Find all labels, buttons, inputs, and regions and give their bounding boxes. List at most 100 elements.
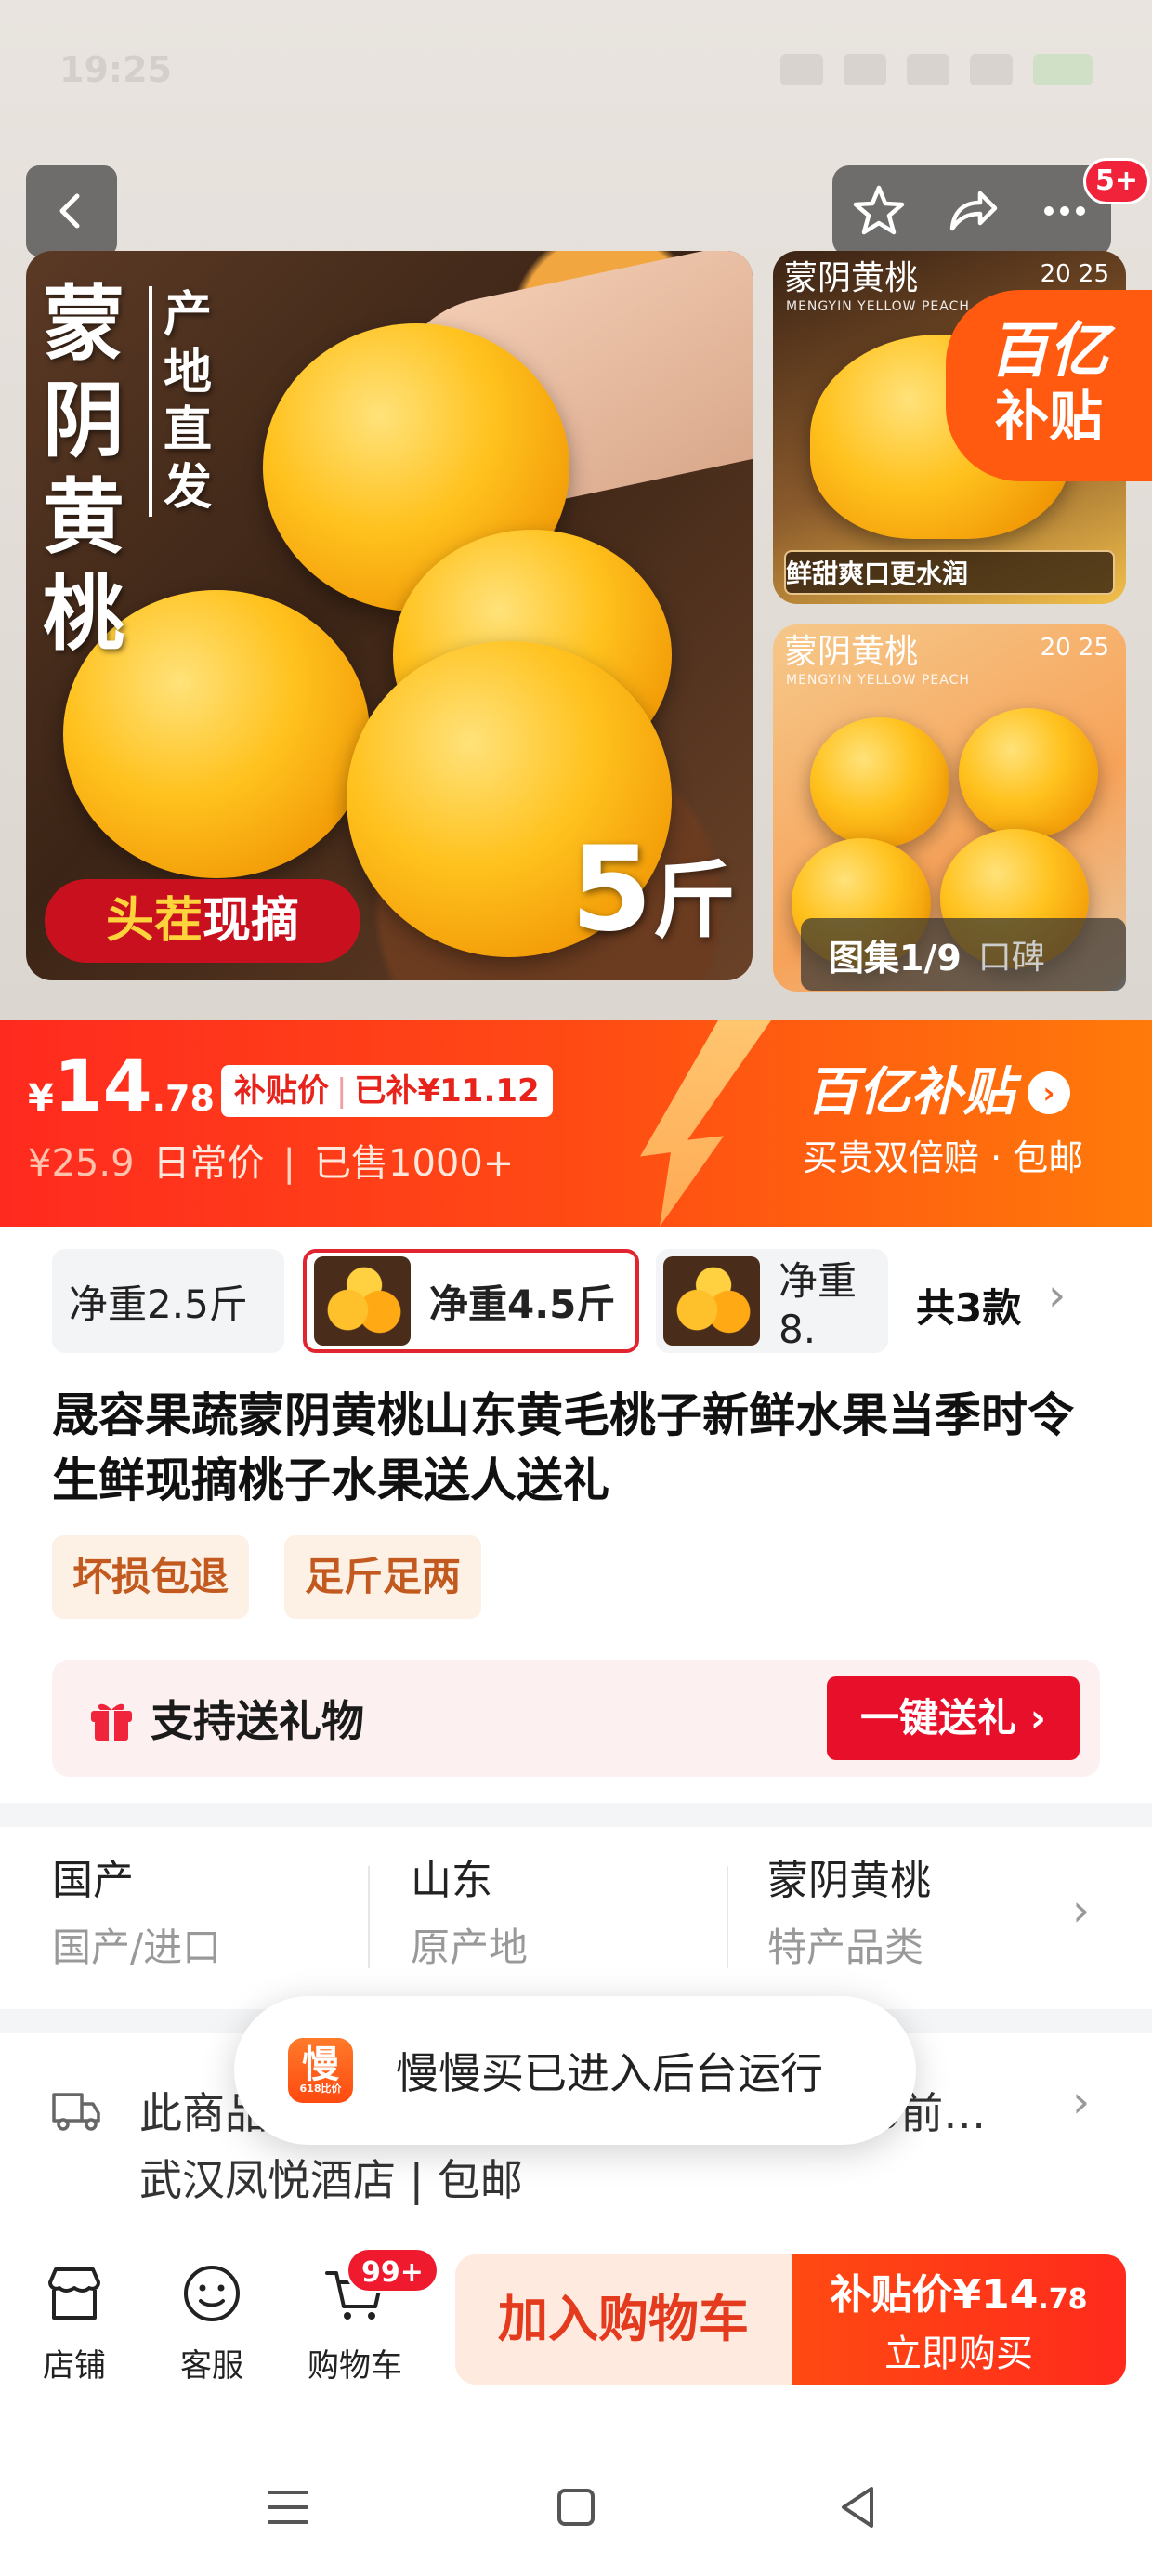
divider — [727, 1866, 728, 1968]
side-year: 20 25 — [1040, 260, 1109, 288]
customer-service-icon — [184, 2266, 240, 2321]
side-brand-en: MENGYIN YELLOW PEACH — [786, 673, 970, 688]
toast-notification: 慢 618比价 慢慢买已进入后台运行 — [234, 1996, 916, 2145]
product-gallery[interactable]: 19:25 5+ 蒙阴黄桃 产地直发 头茬现摘 5斤 蒙阴黄桃 MENGYIN … — [0, 0, 1152, 1020]
back-button[interactable] — [26, 165, 117, 256]
buy-now-button[interactable]: 补贴价¥14.78 立即购买 — [792, 2254, 1126, 2385]
subsidy-amount: 已补¥11.12 — [354, 1072, 540, 1110]
buy-now-label: 立即购买 — [884, 2333, 1033, 2375]
header-tools — [832, 165, 1111, 256]
divider — [368, 1866, 370, 1968]
cart-label: 购物车 — [308, 2347, 402, 2385]
service-tag[interactable]: 足斤足两 — [284, 1535, 482, 1619]
attribute-value: 山东 — [411, 1857, 492, 1904]
fresh-picked-pill: 头茬现摘 — [45, 879, 360, 963]
attribute-key: 特产品类 — [767, 1925, 924, 1970]
subsidy-corner-badge: 百亿 补贴 — [946, 290, 1152, 481]
subsidy-label: 补贴价 — [234, 1072, 329, 1110]
price-decimal: .78 — [151, 1078, 215, 1119]
variant-selector: 净重2.5斤 净重4.5斤 净重8. 共3款 › — [0, 1227, 1152, 1375]
battery-icon — [1033, 54, 1093, 85]
service-button[interactable]: 客服 — [156, 2260, 268, 2385]
app-icon-text: 慢 — [302, 2044, 339, 2086]
subsidy-badge-line2: 补贴 — [994, 385, 1103, 448]
variant-option[interactable]: 净重8. — [656, 1249, 888, 1353]
gift-bar[interactable]: 支持送礼物 一键送礼 › — [52, 1660, 1100, 1777]
moon-icon — [844, 54, 886, 85]
buy-price-main: 补贴价¥14 — [830, 2271, 1039, 2319]
chevron-right-icon[interactable]: › — [1072, 2076, 1090, 2128]
attribute-item: 蒙阴黄桃 特产品类 — [767, 1851, 931, 1985]
home-icon[interactable] — [548, 2479, 604, 2535]
subsidy-brand: 百亿补贴 — [806, 1062, 1015, 1123]
chevron-right-icon: › — [1028, 1071, 1070, 1114]
send-gift-button[interactable]: 一键送礼 › — [827, 1676, 1080, 1760]
current-price: ¥ 14 .78 — [28, 1048, 215, 1124]
store-label: 店铺 — [43, 2347, 106, 2385]
weight-label: 5斤 — [570, 820, 736, 971]
variant-option-selected[interactable]: 净重4.5斤 — [303, 1249, 639, 1353]
product-attributes[interactable]: 国产 国产/进口 山东 原产地 蒙阴黄桃 特产品类 › — [0, 1829, 1152, 2005]
variant-label: 净重4.5斤 — [429, 1281, 616, 1327]
side-caption-text: 鲜甜爽口更水润 — [786, 559, 969, 589]
side-brand: 蒙阴黄桃 — [784, 633, 919, 671]
attribute-key: 国产/进口 — [52, 1925, 222, 1970]
subsidy-tag: 补贴价 | 已补¥11.12 — [221, 1065, 553, 1117]
original-price-label: 日常价 — [152, 1142, 265, 1185]
status-time: 19:25 — [59, 49, 172, 90]
attribute-key: 原产地 — [411, 1925, 529, 1970]
chevron-right-icon[interactable]: › — [1048, 1269, 1066, 1321]
side-brand: 蒙阴黄桃 — [784, 259, 919, 297]
side-year: 20 25 — [1040, 634, 1109, 662]
shipping-address: 武汉凤悦酒店 | 包邮 — [139, 2155, 523, 2205]
bottom-action-bar: 店铺 客服 购物车 99+ 加入购物车 补贴价¥14.78 立即购买 — [0, 2228, 1152, 2405]
attribute-value: 蒙阴黄桃 — [767, 1857, 931, 1904]
variant-option[interactable]: 净重2.5斤 — [52, 1249, 284, 1353]
gallery-extra: 口碑 — [977, 939, 1045, 977]
image-title: 蒙阴黄桃 — [43, 275, 125, 662]
app-icon: 慢 618比价 — [288, 2038, 353, 2103]
gift-icon — [91, 1703, 132, 1741]
toast-message: 慢慢买已进入后台运行 — [396, 2048, 823, 2098]
weight-unit: 斤 — [652, 852, 736, 950]
truck-icon — [52, 2093, 100, 2131]
image-subtitle: 产地直发 — [149, 286, 223, 517]
attribute-value: 国产 — [52, 1857, 134, 1904]
divider: | — [282, 1142, 295, 1185]
service-label: 客服 — [180, 2347, 243, 2385]
price-integer: 14 — [53, 1045, 152, 1127]
price-banner[interactable]: ¥ 14 .78 补贴价 | 已补¥11.12 ¥25.9 日常价 | 已售10… — [0, 1020, 1152, 1227]
product-detail-page: 19:25 5+ 蒙阴黄桃 产地直发 头茬现摘 5斤 蒙阴黄桃 MENGYIN … — [0, 0, 1152, 2576]
back-triangle-icon[interactable] — [831, 2479, 886, 2535]
status-icons — [780, 54, 1093, 85]
add-to-cart-button[interactable]: 加入购物车 — [455, 2254, 792, 2385]
variant-thumbnail — [314, 1256, 411, 1346]
subsidy-slogan: 买贵双倍赔 · 包邮 — [803, 1137, 1084, 1178]
status-bar: 19:25 — [0, 37, 1152, 102]
menu-icon[interactable] — [260, 2479, 316, 2535]
product-title: 晟容果蔬蒙阴黄桃山东黄毛桃子新鲜水果当季时令生鲜现摘桃子水果送人送礼 — [52, 1388, 1074, 1507]
system-navigation-bar — [0, 2444, 1152, 2576]
service-tag[interactable]: 坏损包退 — [52, 1535, 250, 1619]
store-button[interactable]: 店铺 — [19, 2260, 130, 2385]
star-icon[interactable] — [850, 182, 908, 240]
store-icon — [48, 2267, 100, 2320]
section-divider — [0, 1803, 1152, 1827]
subsidy-brand-link[interactable]: 百亿补贴 › — [806, 1063, 1070, 1123]
side-brand-en: MENGYIN YELLOW PEACH — [786, 299, 970, 314]
peach-image — [959, 708, 1098, 838]
pill-yellow-text: 头茬 — [105, 893, 203, 949]
main-product-image[interactable]: 蒙阴黄桃 产地直发 头茬现摘 5斤 — [26, 251, 753, 980]
subsidy-badge-line1: 百亿 — [989, 317, 1108, 386]
peach-image — [810, 717, 949, 848]
subsidy-divider: | — [336, 1072, 347, 1110]
lightning-decoration — [640, 1020, 771, 1227]
gallery-counter[interactable]: 图集1/9 口碑 — [801, 918, 1126, 991]
side-caption: 香甜 鲜甜爽口更水润 — [784, 550, 1115, 595]
variant-total[interactable]: 共3款 — [916, 1277, 1021, 1334]
gallery-count: 图集1/9 — [829, 937, 962, 979]
buy-price-decimal: .78 — [1038, 2283, 1088, 2316]
share-icon[interactable] — [943, 182, 1001, 240]
chevron-right-icon[interactable]: › — [1072, 1885, 1090, 1937]
variant-label: 净重2.5斤 — [69, 1281, 248, 1327]
